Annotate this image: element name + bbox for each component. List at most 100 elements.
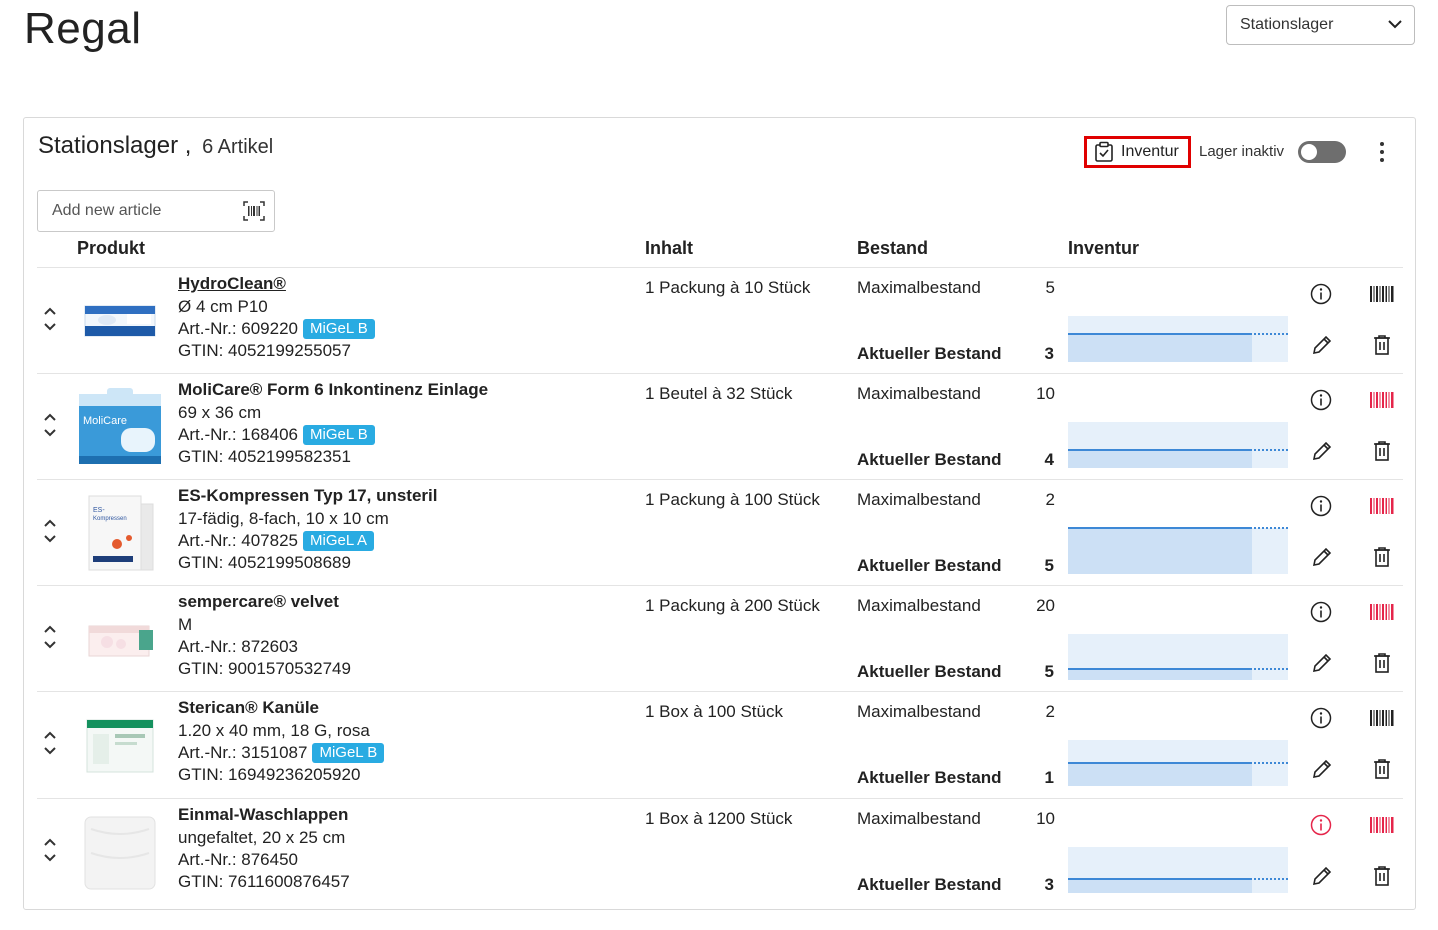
product-image <box>77 278 163 364</box>
table-row: HydroClean® Ø 4 cm P10 Art.-Nr.: 609220 MiG… <box>37 267 1403 373</box>
current-stock-value: 3 <box>1044 344 1054 363</box>
lager-active-toggle[interactable] <box>1298 141 1346 163</box>
edit-pencil-icon[interactable] <box>1311 546 1333 568</box>
gtin: GTIN: 4052199582351 <box>178 447 351 466</box>
max-stock-label: Maximalbestand <box>857 490 981 509</box>
product-name: Sterican® Kanüle <box>178 698 320 717</box>
trash-icon[interactable] <box>1372 652 1392 674</box>
info-icon[interactable] <box>1310 283 1332 305</box>
reorder-chevrons-icon[interactable] <box>43 622 57 652</box>
product-article-line: Art.-Nr.: 876450 <box>178 850 298 870</box>
reorder-chevrons-icon[interactable] <box>43 516 57 546</box>
barcode-icon[interactable] <box>1370 710 1394 726</box>
edit-pencil-icon[interactable] <box>1311 865 1333 887</box>
current-stock-value: 3 <box>1044 875 1054 894</box>
max-stock-label: Maximalbestand <box>857 596 981 615</box>
package-content: 1 Box à 1200 Stück <box>645 809 793 828</box>
max-stock-value: 10 <box>1036 809 1055 828</box>
product-article-line: Art.-Nr.: 609220 MiGeL B <box>178 319 375 339</box>
store-select[interactable]: Stationslager <box>1226 5 1415 45</box>
gauge-max-line <box>1068 667 1252 670</box>
trash-icon[interactable] <box>1372 440 1392 462</box>
product-name: MoliCare® Form 6 Inkontinenz Einlage <box>178 380 489 399</box>
add-article-input[interactable] <box>37 190 275 232</box>
reorder-chevrons-icon[interactable] <box>43 835 57 865</box>
shelf-card: Stationslager , 6 Artikel Inventur Lager… <box>23 117 1416 910</box>
migel-badge: MiGeL B <box>303 425 375 445</box>
edit-pencil-icon[interactable] <box>1311 758 1333 780</box>
max-stock-value: 2 <box>1045 702 1055 721</box>
reorder-chevrons-icon[interactable] <box>43 304 57 334</box>
current-stock-value: 4 <box>1044 450 1054 469</box>
gtin: GTIN: 7611600876457 <box>178 872 350 891</box>
inventory-gauge <box>1068 692 1288 798</box>
gauge-target-line <box>1254 878 1288 881</box>
edit-pencil-icon[interactable] <box>1311 334 1333 356</box>
page-title: Regal <box>24 4 142 53</box>
info-icon[interactable] <box>1310 601 1332 623</box>
card-title: Stationslager , 6 Artikel <box>38 132 273 160</box>
inventur-button[interactable]: Inventur <box>1084 136 1191 168</box>
current-stock-label: Aktueller Bestand <box>857 662 1002 681</box>
barcode-scan-icon[interactable] <box>243 201 265 221</box>
product-article-line: Art.-Nr.: 168406 MiGeL B <box>178 425 375 445</box>
product-description: 69 x 36 cm <box>178 403 262 422</box>
product-name: ES-Kompressen Typ 17, unsteril <box>178 486 438 505</box>
gauge-fill <box>1068 879 1252 893</box>
info-icon[interactable] <box>1310 495 1332 517</box>
trash-icon[interactable] <box>1372 758 1392 780</box>
product-description: 1.20 x 40 mm, 18 G, rosa <box>178 721 370 740</box>
current-stock-label: Aktueller Bestand <box>857 768 1002 787</box>
info-icon[interactable] <box>1310 814 1332 836</box>
inventory-gauge <box>1068 480 1288 586</box>
col-header-bestand: Bestand <box>857 238 929 258</box>
gtin: GTIN: 4052199255057 <box>178 341 351 360</box>
gauge-max-line <box>1068 878 1252 881</box>
product-article-line: Art.-Nr.: 872603 <box>178 637 298 657</box>
trash-icon[interactable] <box>1372 334 1392 356</box>
info-icon[interactable] <box>1310 389 1332 411</box>
table-row: MoliCare MoliCare® Form 6 Inkontinenz Ein… <box>37 373 1403 479</box>
product-article-line: Art.-Nr.: 407825 MiGeL A <box>178 531 374 551</box>
barcode-icon[interactable] <box>1370 392 1394 408</box>
product-image <box>77 596 163 682</box>
barcode-icon[interactable] <box>1370 498 1394 514</box>
package-content: 1 Beutel à 32 Stück <box>645 384 793 403</box>
max-stock-value: 10 <box>1036 384 1055 403</box>
more-options-icon[interactable] <box>1374 140 1390 164</box>
product-name: Einmal-Waschlappen <box>178 805 349 824</box>
product-description: M <box>178 615 193 634</box>
current-stock-label: Aktueller Bestand <box>857 450 1002 469</box>
reorder-chevrons-icon[interactable] <box>43 728 57 758</box>
lager-status-label: Lager inaktiv <box>1199 143 1285 160</box>
table-row: sempercare® velvet M Art.-Nr.: 872603 GTIN:… <box>37 585 1403 691</box>
edit-pencil-icon[interactable] <box>1311 652 1333 674</box>
article-number: Art.-Nr.: 609220 <box>178 319 299 338</box>
barcode-icon[interactable] <box>1370 286 1394 302</box>
article-number: Art.-Nr.: 407825 <box>178 531 299 550</box>
product-description: 17-fädig, 8-fach, 10 x 10 cm <box>178 509 389 528</box>
article-number: Art.-Nr.: 872603 <box>178 637 299 656</box>
gtin: GTIN: 9001570532749 <box>178 659 351 678</box>
product-description: Ø 4 cm P10 <box>178 297 268 316</box>
product-name: HydroClean® <box>178 274 286 293</box>
max-stock-label: Maximalbestand <box>857 278 981 297</box>
trash-icon[interactable] <box>1372 865 1392 887</box>
product-image <box>77 702 163 788</box>
gtin: GTIN: 16949236205920 <box>178 765 361 784</box>
migel-badge: MiGeL A <box>303 531 374 551</box>
gauge-target-line <box>1254 448 1288 451</box>
edit-pencil-icon[interactable] <box>1311 440 1333 462</box>
barcode-icon[interactable] <box>1370 604 1394 620</box>
reorder-chevrons-icon[interactable] <box>43 410 57 440</box>
current-stock-value: 1 <box>1044 768 1054 787</box>
svg-text:ES-: ES- <box>93 507 105 514</box>
migel-badge: MiGeL B <box>303 319 375 339</box>
table-row: Einmal-Waschlappen ungefaltet, 20 x 25 cm… <box>37 798 1403 904</box>
store-name: Stationslager , <box>38 132 192 159</box>
barcode-icon[interactable] <box>1370 817 1394 833</box>
info-icon[interactable] <box>1310 707 1332 729</box>
trash-icon[interactable] <box>1372 546 1392 568</box>
article-number: Art.-Nr.: 876450 <box>178 850 299 869</box>
current-stock-value: 5 <box>1044 556 1054 575</box>
